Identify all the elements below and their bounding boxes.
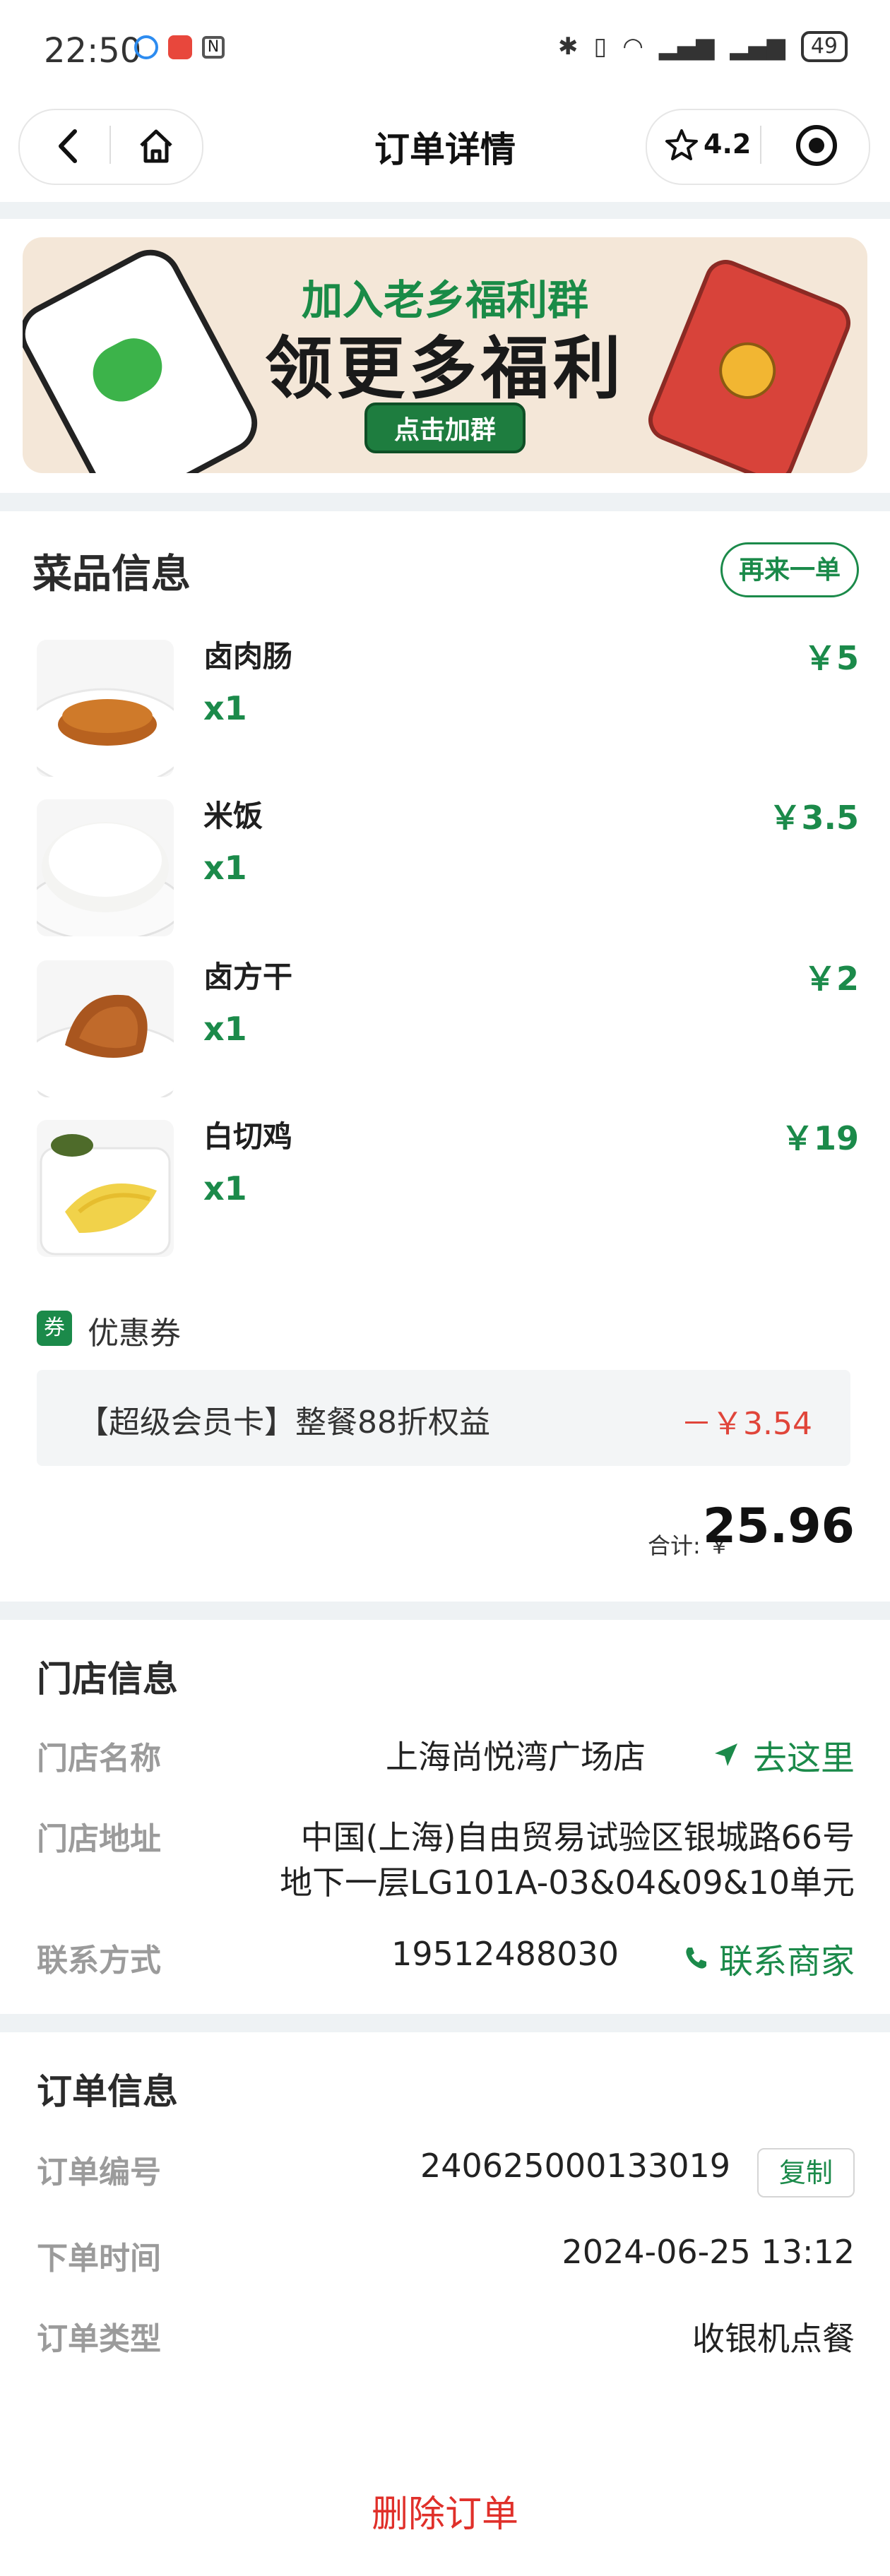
order-number-label: 订单编号: [37, 2154, 161, 2190]
navigate-link[interactable]: 去这里: [712, 1730, 855, 1779]
store-name: 上海尚悦湾广场店: [386, 1738, 646, 1776]
wifi-icon: ◠: [622, 32, 643, 61]
order-number: 240625000133019: [420, 2147, 730, 2185]
battery-icon: 49: [800, 31, 848, 62]
signal-icon: ▂▄▆: [658, 32, 715, 61]
dish-name: 卤方干: [203, 960, 293, 994]
vibrate-icon: ▯: [593, 32, 607, 61]
nav-divider-right: [760, 126, 761, 164]
store-address-line1: 中国(上海)自由贸易试验区银城路66号: [300, 1818, 855, 1856]
navigate-label: 去这里: [752, 1739, 855, 1778]
copy-button[interactable]: 复制: [757, 2148, 855, 2198]
section-gap: [0, 202, 890, 219]
dish-image: [37, 1120, 174, 1257]
dish-name: 白切鸡: [203, 1119, 293, 1154]
dish-name: 卤肉肠: [203, 639, 293, 674]
dish-name: 米饭: [203, 799, 263, 833]
status-notification-icons: N: [134, 35, 225, 59]
dish-price: ￥2: [803, 960, 859, 998]
dish-quantity: x1: [203, 689, 247, 727]
coupon-icon: 券: [37, 1311, 72, 1346]
promo-banner[interactable]: 加入老乡福利群 领更多福利 点击加群: [23, 237, 867, 473]
app-notification-icon: [168, 35, 192, 59]
dish-price: ￥3.5: [769, 799, 860, 837]
section-gap: [0, 2014, 890, 2032]
status-time: 22:50: [44, 31, 142, 71]
total-value: 25.96: [702, 1498, 855, 1554]
star-icon[interactable]: [664, 127, 699, 162]
contact-merchant-link[interactable]: 联系商家: [682, 1933, 855, 1983]
order-type: 收银机点餐: [692, 2320, 855, 2358]
store-section-title: 门店信息: [37, 1659, 178, 1700]
coupon-discount: －￥3.54: [681, 1406, 812, 1442]
signal-icon-2: ▂▄▆: [730, 32, 785, 61]
store-address-label: 门店地址: [37, 1821, 161, 1857]
dish-quantity: x1: [203, 1010, 247, 1048]
dish-quantity: x1: [203, 1169, 247, 1208]
order-type-label: 订单类型: [37, 2321, 161, 2357]
store-name-label: 门店名称: [37, 1741, 161, 1777]
join-group-button[interactable]: 点击加群: [364, 402, 526, 453]
store-phone-label: 联系方式: [37, 1943, 161, 1979]
dish-image: [37, 640, 174, 777]
rating-value: 4.2: [704, 129, 752, 160]
dish-image: [37, 799, 174, 936]
coin-icon: [711, 333, 785, 407]
store-address-line2: 地下一层LG101A-03&04&09&10单元: [280, 1864, 855, 1902]
status-system-icons: ✱ ▯ ◠ ▂▄▆ ▂▄▆ 49: [558, 31, 848, 62]
bluetooth-icon: ✱: [558, 32, 578, 61]
section-gap: [0, 1602, 890, 1620]
coupon-title: 优惠券: [88, 1316, 181, 1352]
section-gap: [0, 493, 890, 511]
coupon-name: 【超级会员卡】整餐88折权益: [78, 1405, 490, 1441]
location-arrow-icon: [714, 1743, 737, 1766]
dish-price: ￥5: [803, 639, 859, 677]
dish-price: ￥19: [781, 1119, 859, 1157]
order-section-title: 订单信息: [37, 2071, 178, 2112]
record-icon[interactable]: [794, 123, 839, 168]
phone-icon: [686, 1948, 706, 1969]
order-time: 2024-06-25 13:12: [562, 2233, 855, 2271]
assistant-icon: [134, 35, 158, 59]
dish-quantity: x1: [203, 849, 247, 887]
order-time-label: 下单时间: [37, 2241, 161, 2277]
reorder-button[interactable]: 再来一单: [720, 542, 859, 597]
nfc-icon: N: [202, 36, 225, 59]
dishes-section-title: 菜品信息: [32, 551, 191, 597]
contact-merchant-label: 联系商家: [718, 1942, 855, 1981]
delete-order-button[interactable]: 删除订单: [0, 2484, 890, 2537]
dish-image: [37, 960, 174, 1097]
store-phone: 19512488030: [391, 1935, 619, 1973]
